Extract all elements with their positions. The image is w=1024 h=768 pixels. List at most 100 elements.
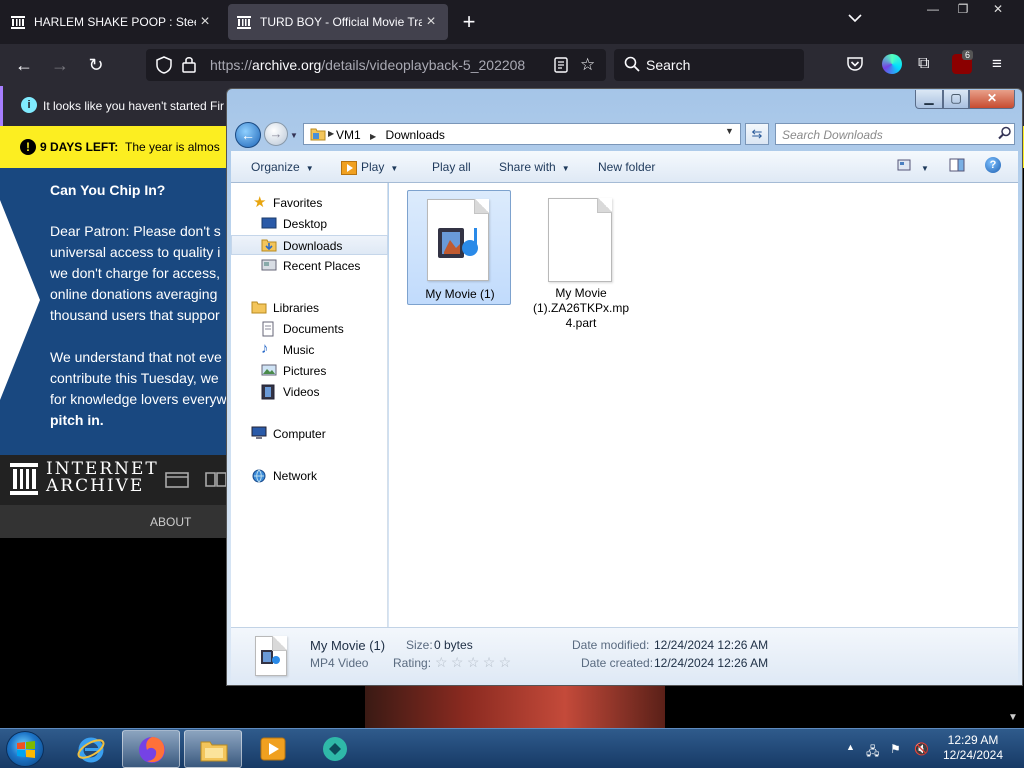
firefox-icon bbox=[137, 735, 167, 765]
nav-libraries[interactable]: Libraries bbox=[231, 298, 388, 318]
breadcrumb-separator-icon[interactable]: ▶ bbox=[328, 129, 334, 138]
banner-days-left: 9 DAYS LEFT: bbox=[40, 140, 119, 154]
play-button[interactable]: Play ▼ bbox=[341, 160, 398, 175]
appeal-line: for knowledge lovers everyw bbox=[50, 391, 227, 407]
forward-arrow-icon[interactable]: → bbox=[48, 53, 72, 77]
taskbar-windows-explorer[interactable] bbox=[184, 730, 242, 768]
nav-computer[interactable]: Computer bbox=[231, 424, 388, 444]
extensions-puzzle-icon[interactable]: ⧉ bbox=[918, 55, 929, 73]
tab-close-icon[interactable]: × bbox=[422, 13, 440, 31]
search-placeholder: Search bbox=[646, 57, 691, 73]
nav-pictures[interactable]: Pictures bbox=[231, 361, 388, 381]
nav-downloads[interactable]: Downloads bbox=[231, 235, 388, 255]
appeal-line: We understand that not eve bbox=[50, 349, 222, 365]
explorer-search-input[interactable]: Search Downloads bbox=[775, 123, 1015, 145]
nav-recent-places[interactable]: Recent Places bbox=[231, 256, 388, 276]
star-icon[interactable]: ☆ bbox=[435, 654, 448, 670]
pitch-in-link[interactable]: pitch in. bbox=[50, 412, 104, 428]
organize-button[interactable]: Organize ▼ bbox=[251, 160, 314, 174]
refresh-icon[interactable]: ⇆ bbox=[745, 123, 769, 145]
star-icon[interactable]: ☆ bbox=[467, 654, 480, 670]
taskbar-firefox[interactable] bbox=[122, 730, 180, 768]
web-icon[interactable] bbox=[165, 472, 189, 491]
explorer-maximize-button[interactable]: ▢ bbox=[943, 90, 969, 109]
network-tray-icon[interactable]: 🖧 bbox=[866, 742, 879, 763]
internet-archive-logo-icon[interactable] bbox=[10, 463, 38, 498]
list-all-tabs-chevron-icon[interactable] bbox=[848, 12, 862, 26]
new-tab-button[interactable]: + bbox=[456, 10, 482, 36]
show-hidden-icons-chevron-icon[interactable]: ▲ bbox=[846, 742, 855, 752]
taskbar-internet-explorer[interactable] bbox=[62, 730, 120, 768]
breadcrumb-vm1[interactable]: VM1 bbox=[336, 128, 361, 142]
back-arrow-icon[interactable]: ← bbox=[12, 53, 36, 77]
hamburger-menu-icon[interactable]: ≡ bbox=[992, 54, 1002, 74]
tab-close-icon[interactable]: × bbox=[196, 13, 214, 31]
view-options-caret-icon[interactable]: ▼ bbox=[921, 160, 929, 174]
tray-clock[interactable]: 12:29 AM 12/24/2024 bbox=[938, 733, 1008, 763]
explorer-forward-button[interactable]: → bbox=[264, 122, 288, 146]
new-folder-button[interactable]: New folder bbox=[598, 160, 655, 174]
breadcrumb-downloads[interactable]: Downloads bbox=[386, 128, 445, 142]
internet-archive-favicon-icon bbox=[236, 14, 252, 30]
nav-favorites[interactable]: ★ Favorites bbox=[231, 193, 388, 213]
browser-close-button[interactable]: ✕ bbox=[978, 0, 1018, 18]
browser-search-bar[interactable]: Search bbox=[614, 49, 804, 81]
lock-icon[interactable] bbox=[182, 56, 196, 76]
explorer-minimize-button[interactable]: ▁ bbox=[915, 90, 943, 109]
nav-music[interactable]: ♪ Music bbox=[231, 340, 388, 360]
file-item-partial-download[interactable]: My Movie (1).ZA26TKPx.mp 4.part bbox=[529, 190, 633, 335]
share-with-button[interactable]: Share with ▼ bbox=[499, 160, 570, 174]
file-item-my-movie[interactable]: My Movie (1) bbox=[407, 190, 511, 305]
explorer-back-button[interactable]: ← bbox=[235, 122, 261, 148]
address-dropdown-icon[interactable]: ▼ bbox=[725, 126, 734, 136]
change-view-icon[interactable] bbox=[897, 158, 911, 175]
url-bar[interactable]: https://archive.org/details/videoplaybac… bbox=[146, 49, 606, 81]
nav-network[interactable]: Network bbox=[231, 466, 388, 486]
browser-restore-button[interactable]: ❐ bbox=[948, 0, 978, 18]
play-all-button[interactable]: Play all bbox=[432, 160, 471, 174]
browser-minimize-button[interactable]: — bbox=[918, 0, 948, 18]
scrollbar-down-arrow-icon[interactable]: ▼ bbox=[1008, 712, 1018, 723]
nav-label: Favorites bbox=[273, 196, 323, 210]
volume-muted-icon[interactable]: 🔇 bbox=[914, 742, 929, 756]
explorer-address-bar[interactable]: ▶ VM1 ▶ Downloads bbox=[303, 123, 741, 145]
nav-desktop[interactable]: Desktop bbox=[231, 214, 388, 234]
notification-text: It looks like you haven't started Fir bbox=[43, 99, 225, 113]
preview-pane-icon[interactable] bbox=[949, 158, 965, 175]
magnifier-icon[interactable] bbox=[998, 126, 1012, 143]
recent-pages-chevron-icon[interactable]: ▼ bbox=[290, 131, 298, 140]
tracking-shield-icon[interactable] bbox=[156, 56, 172, 77]
reader-view-icon[interactable] bbox=[554, 57, 568, 76]
browser-tab-1[interactable]: HARLEM SHAKE POOP : Steezy × bbox=[2, 4, 222, 40]
search-icon bbox=[624, 56, 640, 75]
explorer-close-button[interactable]: ✕ bbox=[969, 90, 1015, 109]
browser-tab-2[interactable]: TURD BOY - Official Movie Trail × bbox=[228, 4, 448, 40]
nav-documents[interactable]: Documents bbox=[231, 319, 388, 339]
star-icon[interactable]: ☆ bbox=[483, 654, 496, 670]
browser-tab-strip: HARLEM SHAKE POOP : Steezy × TURD BOY - … bbox=[0, 0, 1024, 44]
reload-icon[interactable]: ↻ bbox=[84, 53, 108, 77]
details-created-label: Date created: bbox=[581, 656, 654, 670]
mp4-file-icon bbox=[427, 199, 489, 281]
help-icon[interactable]: ? bbox=[985, 157, 1001, 173]
taskbar-media-player[interactable] bbox=[244, 730, 302, 768]
taskbar-app[interactable] bbox=[306, 730, 364, 768]
action-center-flag-icon[interactable]: ⚑ bbox=[890, 742, 901, 756]
about-link[interactable]: ABOUT bbox=[150, 515, 191, 529]
star-icon[interactable]: ☆ bbox=[451, 654, 464, 670]
favorites-star-icon: ★ bbox=[253, 194, 267, 211]
appeal-line: contribute this Tuesday, we bbox=[50, 370, 219, 386]
breadcrumb-separator-icon[interactable]: ▶ bbox=[370, 132, 376, 141]
downloads-folder-icon bbox=[261, 238, 277, 254]
nav-videos[interactable]: Videos bbox=[231, 382, 388, 402]
star-icon[interactable]: ☆ bbox=[499, 654, 512, 670]
texts-book-icon[interactable] bbox=[205, 471, 227, 490]
dropdown-caret-icon: ▼ bbox=[390, 164, 399, 173]
pocket-icon[interactable] bbox=[846, 56, 864, 75]
recent-places-icon bbox=[261, 258, 277, 274]
bookmark-star-icon[interactable]: ☆ bbox=[580, 55, 595, 75]
rating-stars[interactable]: ☆ ☆ ☆ ☆ ☆ bbox=[435, 654, 511, 671]
firefox-account-avatar[interactable] bbox=[882, 54, 902, 74]
ia-logo-text[interactable]: INTERNET ARCHIVE bbox=[46, 461, 159, 495]
start-button-windows-icon[interactable] bbox=[6, 731, 44, 767]
